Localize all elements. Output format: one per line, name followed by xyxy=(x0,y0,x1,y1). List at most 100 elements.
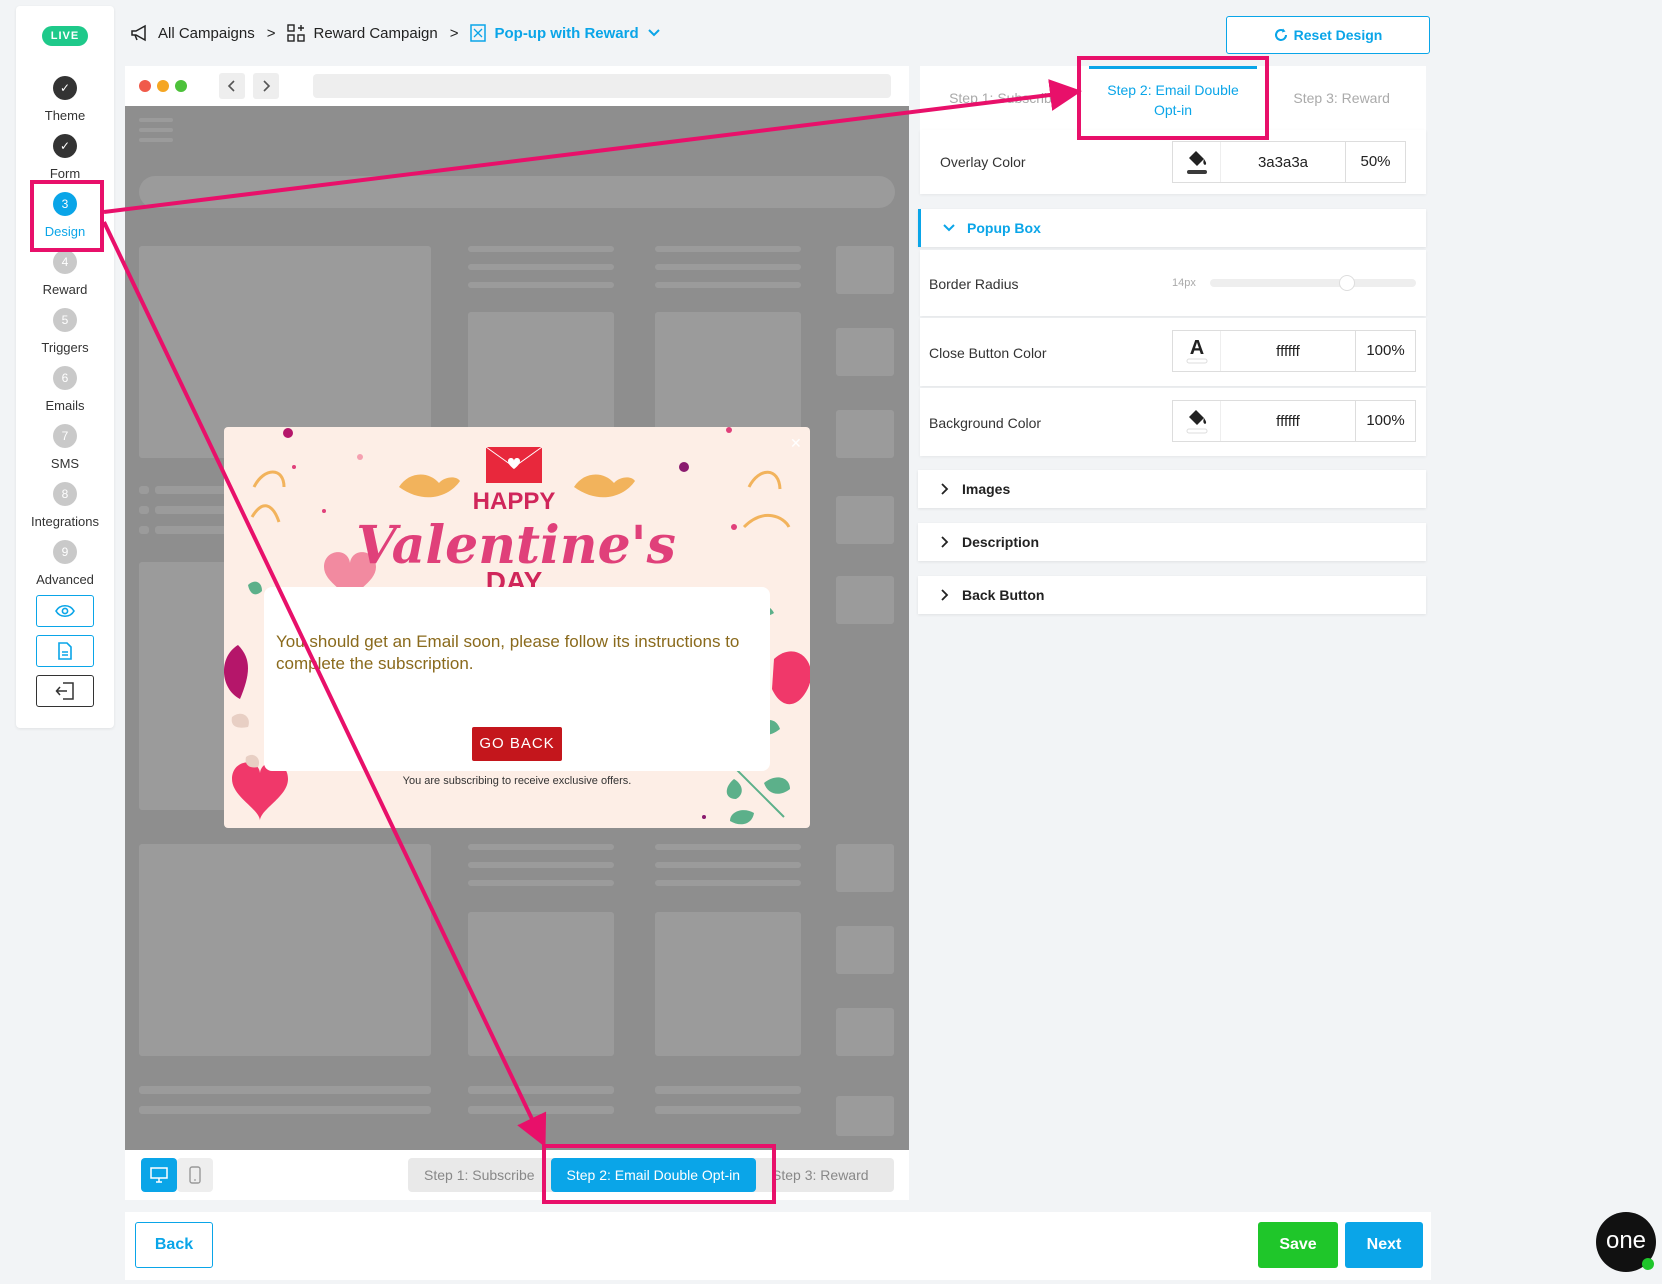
overlay-color-picker[interactable]: 3a3a3a 50% xyxy=(1172,141,1406,183)
background-color-label: Background Color xyxy=(929,415,1042,431)
panel-tab-step1[interactable]: Step 1: Subscribe xyxy=(920,66,1089,130)
background-color-row: Background Color ffffff 100% xyxy=(920,388,1426,456)
breadcrumb: All Campaigns > Reward Campaign > Pop-up… xyxy=(130,22,661,44)
step-sidebar: LIVE ✓ Theme ✓ Form 3 Design 4 Reward 5 … xyxy=(16,6,114,728)
preview-tab-step1[interactable]: Step 1: Subscribe xyxy=(408,1158,551,1192)
brand-logo-text: one xyxy=(1605,1227,1647,1254)
back-button-section-header[interactable]: Back Button xyxy=(918,576,1426,614)
preview-step-tabs: Step 1: Subscribe Step 2: Email Double O… xyxy=(408,1158,894,1192)
go-back-button[interactable]: GO BACK xyxy=(472,727,562,761)
breadcrumb-all-campaigns[interactable]: All Campaigns xyxy=(158,25,255,42)
step-label: SMS xyxy=(50,456,80,471)
step-number: 3 xyxy=(53,192,77,216)
close-button-color-picker[interactable]: A ffffff 100% xyxy=(1172,330,1416,372)
step-theme[interactable]: ✓ Theme xyxy=(16,76,114,123)
description-section-header[interactable]: Description xyxy=(918,523,1426,561)
popup-message: You should get an Email soon, please fol… xyxy=(276,632,740,673)
step-label: Form xyxy=(49,166,81,181)
overlay-color-row: Overlay Color 3a3a3a 50% xyxy=(920,130,1426,194)
save-button[interactable]: Save xyxy=(1258,1222,1338,1268)
mobile-icon xyxy=(189,1166,201,1184)
forward-arrow-icon[interactable] xyxy=(253,73,279,99)
text-color-icon[interactable]: A xyxy=(1173,331,1221,371)
apps-icon xyxy=(287,24,306,42)
paint-bucket-icon[interactable] xyxy=(1173,401,1221,441)
chevron-down-icon xyxy=(943,224,955,232)
close-icon[interactable]: ✕ xyxy=(790,435,802,452)
preview-button[interactable] xyxy=(36,595,94,627)
exit-icon xyxy=(55,682,74,700)
preview-step-bar: Step 1: Subscribe Step 2: Email Double O… xyxy=(125,1150,909,1200)
refresh-icon xyxy=(1274,28,1287,41)
online-status-dot xyxy=(1642,1258,1654,1270)
step-number: 8 xyxy=(53,482,77,506)
close-button-color-row: Close Button Color A ffffff 100% xyxy=(920,318,1426,386)
design-step-tabs: Step 1: Subscribe Step 2: Email Double O… xyxy=(920,66,1426,130)
preview-tab-step3[interactable]: Step 3: Reward xyxy=(756,1158,885,1192)
panel-tab-step3[interactable]: Step 3: Reward xyxy=(1257,66,1426,130)
back-button[interactable]: Back xyxy=(135,1222,213,1268)
desktop-icon xyxy=(150,1167,168,1183)
footer-bar: Back Save Next xyxy=(125,1212,1431,1280)
chevron-right-icon xyxy=(941,483,949,495)
popup-box-title: Popup Box xyxy=(967,220,1041,236)
breadcrumb-current[interactable]: Pop-up with Reward xyxy=(494,25,638,42)
background-hex-input[interactable]: ffffff xyxy=(1221,413,1355,430)
step-label: Triggers xyxy=(41,340,89,355)
step-triggers[interactable]: 5 Triggers xyxy=(16,308,114,355)
step-label: Integrations xyxy=(31,514,99,529)
close-button-hex-input[interactable]: ffffff xyxy=(1221,343,1355,360)
document-button[interactable] xyxy=(36,635,94,667)
overlay-opacity-input[interactable]: 50% xyxy=(1345,142,1405,182)
border-radius-value: 14px xyxy=(1172,277,1196,289)
chat-widget-logo[interactable]: one xyxy=(1596,1212,1656,1272)
svg-text:A: A xyxy=(1189,337,1203,359)
border-radius-label: Border Radius xyxy=(929,276,1019,292)
step-form[interactable]: ✓ Form xyxy=(16,134,114,181)
images-section-header[interactable]: Images xyxy=(918,470,1426,508)
art-title-small: HAPPY xyxy=(473,488,556,515)
step-integrations[interactable]: 8 Integrations xyxy=(16,482,114,529)
border-radius-row: Border Radius 14px xyxy=(920,250,1426,316)
reset-design-label: Reset Design xyxy=(1293,27,1383,43)
live-badge: LIVE xyxy=(42,26,88,46)
next-button[interactable]: Next xyxy=(1345,1222,1423,1268)
overlay-hex-input[interactable]: 3a3a3a xyxy=(1221,154,1345,171)
preview-tab-step2[interactable]: Step 2: Email Double Opt-in xyxy=(550,1158,757,1192)
step-emails[interactable]: 6 Emails xyxy=(16,366,114,413)
breadcrumb-reward-campaign[interactable]: Reward Campaign xyxy=(313,25,437,42)
exit-button[interactable] xyxy=(36,675,94,707)
close-button-opacity-input[interactable]: 100% xyxy=(1355,331,1415,371)
background-color-picker[interactable]: ffffff 100% xyxy=(1172,400,1416,442)
document-icon xyxy=(58,642,72,660)
border-radius-slider[interactable] xyxy=(1210,275,1416,291)
panel-tab-step2[interactable]: Step 2: Email Double Opt-in xyxy=(1088,66,1258,130)
chevron-down-icon[interactable] xyxy=(647,28,661,38)
step-reward[interactable]: 4 Reward xyxy=(16,250,114,297)
step-number: 4 xyxy=(53,250,77,274)
window-maximize-dot xyxy=(175,80,187,92)
step-number: 5 xyxy=(53,308,77,332)
background-opacity-input[interactable]: 100% xyxy=(1355,401,1415,441)
step-design[interactable]: 3 Design xyxy=(16,192,114,239)
slider-handle[interactable] xyxy=(1339,275,1356,291)
popup-box-section-header[interactable]: Popup Box xyxy=(918,209,1426,247)
step-sms[interactable]: 7 SMS xyxy=(16,424,114,471)
chevron-right-icon xyxy=(941,589,949,601)
close-button-color-label: Close Button Color xyxy=(929,345,1047,361)
step-number: 9 xyxy=(53,540,77,564)
back-arrow-icon[interactable] xyxy=(219,73,245,99)
breadcrumb-separator: > xyxy=(266,24,276,42)
step-label: Reward xyxy=(42,282,88,297)
reset-design-button[interactable]: Reset Design xyxy=(1226,16,1430,54)
url-bar[interactable] xyxy=(313,74,891,98)
megaphone-icon xyxy=(130,24,150,42)
step-label: Theme xyxy=(44,108,86,123)
popup-preview[interactable]: HAPPY Valentine's DAY ✕ You should get a… xyxy=(224,427,810,828)
desktop-view-button[interactable] xyxy=(141,1158,177,1192)
mobile-view-button[interactable] xyxy=(177,1158,213,1192)
paint-bucket-icon[interactable] xyxy=(1173,142,1221,182)
check-icon: ✓ xyxy=(53,134,77,158)
step-advanced[interactable]: 9 Advanced xyxy=(16,540,114,587)
popup-icon xyxy=(470,24,487,42)
